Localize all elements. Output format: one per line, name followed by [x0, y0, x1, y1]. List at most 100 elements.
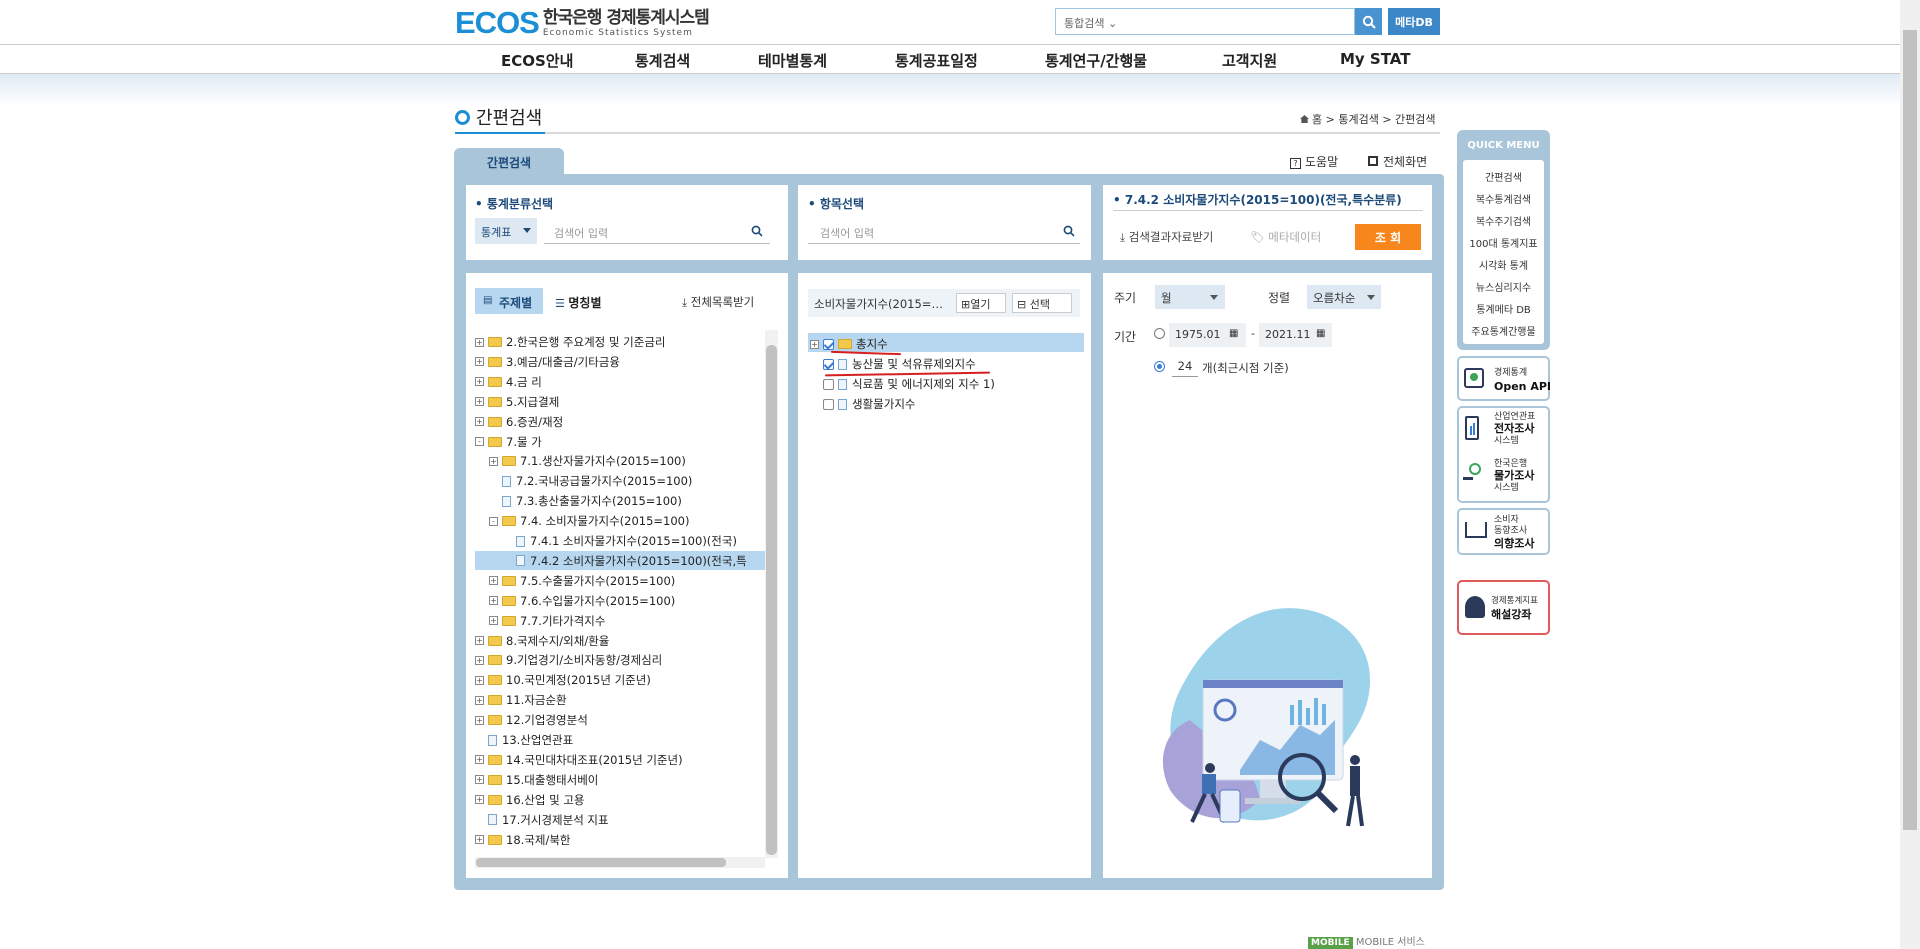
survey2-line3[interactable]: 시스템	[1494, 483, 1519, 494]
metadata-link[interactable]: 🏷 메타데이터	[1250, 229, 1321, 245]
expand-icon[interactable]: +	[475, 417, 484, 427]
metadb-button[interactable]: 메타DB	[1388, 8, 1440, 35]
expand-icon[interactable]: +	[475, 775, 484, 785]
tree-vscroll-thumb[interactable]	[766, 345, 777, 855]
expand-icon[interactable]: +	[475, 695, 484, 705]
item-row[interactable]: 생활물가지수	[810, 395, 915, 413]
tree-node[interactable]: +10.국민계정(2015년 기준년)	[475, 671, 651, 689]
tree-node[interactable]: 7.3.총산출물가지수(2015=100)	[489, 492, 682, 510]
page-scrollbar-thumb[interactable]	[1903, 30, 1917, 830]
quick-menu-item[interactable]: 주요통계간행물	[1463, 323, 1544, 338]
expand-icon[interactable]: +	[475, 636, 484, 645]
open-button[interactable]: ⊞열기	[956, 293, 1006, 313]
tree-node[interactable]: 7.2.국내공급물가지수(2015=100)	[489, 472, 692, 490]
tree-node[interactable]: +5.지급결제	[475, 393, 559, 411]
expand-icon[interactable]: +	[475, 397, 484, 407]
period-from-input[interactable]: 1975.01 ▦	[1169, 323, 1246, 347]
tree-node[interactable]: +11.자금순환	[475, 691, 567, 709]
item-checkbox[interactable]	[823, 358, 834, 370]
period-to-input[interactable]: 2021.11 ▦	[1259, 323, 1332, 347]
recent-radio[interactable]	[1154, 361, 1165, 372]
breadcrumb-text[interactable]: 홈 > 통계검색 > 간편검색	[1312, 113, 1436, 126]
query-button[interactable]: 조 회	[1355, 224, 1421, 250]
item-row[interactable]: 농산물 및 석유류제외지수	[810, 355, 976, 373]
tree-node[interactable]: +14.국민대차대조표(2015년 기준년)	[475, 751, 683, 769]
tree-node[interactable]: +7.7.기타가격지수	[489, 612, 605, 630]
tree-node[interactable]: 7.4.1 소비자물가지수(2015=100)(전국)	[503, 532, 737, 550]
calendar-icon[interactable]: ▦	[1229, 328, 1238, 339]
select-button[interactable]: ⊟ 선택	[1012, 293, 1072, 313]
survey1-line2[interactable]: 전자조사	[1494, 423, 1534, 434]
survey1-line3[interactable]: 시스템	[1494, 436, 1519, 447]
expand-icon[interactable]: +	[475, 675, 484, 685]
help-link[interactable]: ? 도움말	[1290, 153, 1338, 170]
quick-menu-item[interactable]: 통계메타 DB	[1463, 301, 1544, 316]
nav-theme-stats[interactable]: 테마별통계	[758, 50, 827, 71]
expand-icon[interactable]: +	[475, 337, 484, 347]
download-results-link[interactable]: ⤓ 검색결과자료받기	[1120, 229, 1213, 245]
tree-node[interactable]: +15.대출행태서베이	[475, 771, 598, 789]
category-tree[interactable]: +2.한국은행 주요계정 및 기준금리 +3.예금/대출금/기타금융 +4.금 리 +…	[475, 325, 765, 860]
logo[interactable]: ECOS 한국은행 경제통계시스템 Economic Statistics Sy…	[455, 7, 710, 38]
expand-icon[interactable]: +	[489, 576, 498, 586]
tree-node[interactable]: 13.산업연관표	[475, 731, 573, 749]
collapse-icon[interactable]: -	[489, 516, 498, 526]
tree-node[interactable]: +7.1.생산자물가지수(2015=100)	[489, 452, 686, 470]
period-range-radio[interactable]	[1154, 328, 1165, 339]
fullscreen-link[interactable]: 전체화면	[1368, 153, 1427, 170]
tree-node[interactable]: 17.거시경제분석 지표	[475, 811, 609, 829]
tree-hscroll-thumb[interactable]	[476, 858, 726, 867]
top-search-button[interactable]	[1355, 8, 1382, 35]
item-search-input[interactable]: 검색어 입력	[808, 218, 1080, 244]
sort-select[interactable]: 오름차순	[1307, 285, 1381, 309]
quick-menu-item[interactable]: 복수통계검색	[1463, 191, 1544, 206]
category-search-input[interactable]: 검색어 입력	[544, 218, 770, 244]
tree-node[interactable]: +12.기업경영분석	[475, 711, 588, 729]
item-row[interactable]: 식료품 및 에너지제외 지수 1)	[810, 375, 995, 393]
collapse-icon[interactable]: -	[475, 437, 484, 446]
open-api-card[interactable]: 경제통계 Open API	[1457, 356, 1551, 401]
calendar-icon[interactable]: ▦	[1316, 328, 1325, 339]
download-all-link[interactable]: ⤓ 전체목록받기	[682, 294, 754, 310]
search-icon[interactable]	[751, 225, 763, 237]
nav-release-schedule[interactable]: 통계공표일정	[895, 50, 978, 71]
expand-icon[interactable]: +	[810, 339, 819, 349]
tree-node[interactable]: +4.금 리	[475, 373, 542, 391]
tree-node[interactable]: +9.기업경기/소비자동향/경제심리	[475, 651, 662, 669]
lecture-card[interactable]: 경제통계지표 해설강좌	[1457, 580, 1550, 635]
category-select[interactable]: 통계표	[475, 218, 537, 244]
cycle-select[interactable]: 월	[1155, 285, 1225, 309]
item-checkbox[interactable]	[823, 378, 834, 390]
expand-icon[interactable]: +	[475, 715, 484, 725]
nav-my-stat[interactable]: My STAT	[1340, 50, 1410, 68]
expand-icon[interactable]: +	[475, 655, 484, 665]
tree-node[interactable]: +18.국제/북한	[475, 831, 570, 849]
expand-icon[interactable]: +	[489, 616, 498, 626]
consumer-survey-card[interactable]: 소비자 동향조사 의향조사	[1457, 508, 1550, 555]
expand-icon[interactable]: +	[489, 456, 498, 466]
tree-node[interactable]: - 7.물 가	[475, 433, 542, 451]
expand-icon[interactable]: +	[475, 795, 484, 805]
expand-icon[interactable]: +	[475, 377, 484, 387]
tree-node[interactable]: +7.5.수출물가지수(2015=100)	[489, 572, 675, 590]
quick-menu-item[interactable]: 간편검색	[1463, 169, 1544, 184]
item-checkbox[interactable]	[823, 338, 834, 350]
tab-simple-search[interactable]: 간편검색	[454, 148, 564, 176]
expand-icon[interactable]: +	[475, 835, 484, 844]
top-search-select[interactable]: 통합검색 ⌄	[1064, 15, 1117, 31]
tree-node[interactable]: - 7.4. 소비자물가지수(2015=100)	[489, 512, 690, 530]
tree-node[interactable]: 7.4.2 소비자물가지수(2015=100)(전국,특	[503, 552, 747, 570]
tab-by-subject[interactable]: ▤ 주제별	[475, 288, 543, 314]
tab-by-name[interactable]: ☰ 명칭별	[555, 294, 601, 311]
survey2-line2[interactable]: 물가조사	[1494, 470, 1534, 481]
expand-icon[interactable]: +	[489, 596, 498, 606]
tree-node[interactable]: +6.증권/재정	[475, 413, 563, 431]
nav-research[interactable]: 통계연구/간행물	[1045, 50, 1147, 71]
nav-stat-search[interactable]: 통계검색	[635, 50, 690, 71]
expand-icon[interactable]: +	[475, 755, 484, 765]
top-search-input[interactable]: 통합검색 ⌄	[1055, 8, 1355, 35]
quick-menu-item[interactable]: 복수주기검색	[1463, 213, 1544, 228]
expand-icon[interactable]: +	[475, 357, 484, 367]
tree-node[interactable]: +8.국제수지/외채/환율	[475, 632, 609, 650]
recent-count-input[interactable]: 24	[1172, 357, 1198, 377]
